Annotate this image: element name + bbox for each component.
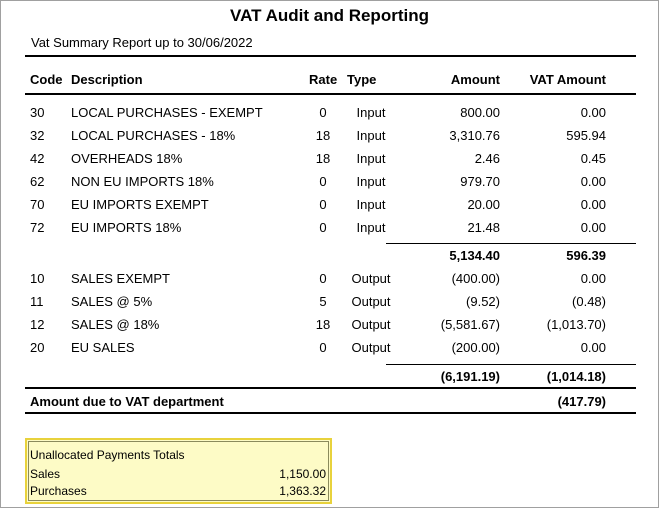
cell-code: 70 bbox=[30, 197, 45, 212]
cell-type: Input bbox=[356, 197, 386, 212]
col-header-amount: Amount bbox=[450, 72, 500, 87]
cell-code: 30 bbox=[30, 105, 45, 120]
input-subtotal-rule bbox=[386, 243, 636, 244]
cell-description: EU IMPORTS 18% bbox=[71, 220, 182, 235]
cell-description: EU IMPORTS EXEMPT bbox=[71, 197, 209, 212]
cell-code: 20 bbox=[30, 340, 45, 355]
output-total-vat: (1,014.18) bbox=[546, 369, 606, 384]
cell-amount: 20.00 bbox=[467, 197, 500, 212]
cell-vat: 595.94 bbox=[566, 128, 606, 143]
cell-amount: (9.52) bbox=[466, 294, 500, 309]
cell-code: 11 bbox=[30, 294, 44, 309]
cell-rate: 18 bbox=[315, 151, 331, 166]
cell-type: Output bbox=[351, 340, 391, 355]
cell-amount: 800.00 bbox=[460, 105, 500, 120]
cell-vat: 0.00 bbox=[580, 220, 606, 235]
cell-amount: 21.48 bbox=[467, 220, 500, 235]
cell-type: Input bbox=[356, 220, 386, 235]
cell-description: SALES @ 5% bbox=[71, 294, 153, 309]
cell-rate: 0 bbox=[319, 220, 327, 235]
report-title: VAT Audit and Reporting bbox=[230, 6, 429, 25]
col-header-rate: Rate bbox=[309, 72, 338, 87]
cell-description: SALES @ 18% bbox=[71, 317, 160, 332]
cell-type: Input bbox=[356, 128, 386, 143]
cell-type: Output bbox=[351, 294, 391, 309]
cell-amount: 2.46 bbox=[474, 151, 500, 166]
cell-type: Input bbox=[356, 151, 386, 166]
cell-rate: 0 bbox=[319, 174, 327, 189]
cell-vat: 0.00 bbox=[580, 105, 606, 120]
cell-description: SALES EXEMPT bbox=[71, 271, 170, 286]
cell-rate: 0 bbox=[319, 197, 327, 212]
unallocated-purchases-label: Purchases bbox=[30, 484, 87, 498]
cell-rate: 18 bbox=[315, 317, 331, 332]
cell-amount: 979.70 bbox=[460, 174, 500, 189]
cell-vat: 0.45 bbox=[580, 151, 606, 166]
cell-type: Output bbox=[351, 317, 391, 332]
input-total-amount: 5,134.40 bbox=[449, 248, 500, 263]
cell-vat: 0.00 bbox=[580, 271, 606, 286]
cell-code: 42 bbox=[30, 151, 45, 166]
cell-code: 72 bbox=[30, 220, 45, 235]
cell-type: Input bbox=[356, 105, 386, 120]
header-top-rule bbox=[25, 55, 636, 57]
unallocated-payments-box: Unallocated Payments Totals Sales 1,150.… bbox=[25, 438, 332, 504]
cell-code: 62 bbox=[30, 174, 45, 189]
cell-description: LOCAL PURCHASES - EXEMPT bbox=[71, 105, 263, 120]
cell-description: NON EU IMPORTS 18% bbox=[71, 174, 214, 189]
cell-description: OVERHEADS 18% bbox=[71, 151, 183, 166]
col-header-vat-amount: VAT Amount bbox=[529, 72, 606, 87]
amount-due-bottom-rule bbox=[25, 412, 636, 414]
cell-description: LOCAL PURCHASES - 18% bbox=[71, 128, 236, 143]
unallocated-sales-value: 1,150.00 bbox=[279, 467, 326, 481]
cell-vat: (0.48) bbox=[572, 294, 606, 309]
cell-type: Output bbox=[351, 271, 391, 286]
cell-code: 10 bbox=[30, 271, 45, 286]
col-header-description: Description bbox=[71, 72, 143, 87]
cell-vat: (1,013.70) bbox=[546, 317, 606, 332]
cell-rate: 5 bbox=[319, 294, 327, 309]
unallocated-sales-label: Sales bbox=[30, 467, 61, 481]
amount-due-top-rule bbox=[25, 387, 636, 389]
cell-amount: (400.00) bbox=[451, 271, 500, 286]
col-header-type: Type bbox=[347, 72, 377, 87]
output-total-amount: (6,191.19) bbox=[440, 369, 500, 384]
cell-rate: 0 bbox=[319, 271, 327, 286]
report-subtitle: Vat Summary Report up to 30/06/2022 bbox=[31, 35, 253, 50]
cell-description: EU SALES bbox=[71, 340, 135, 355]
cell-rate: 0 bbox=[319, 340, 327, 355]
cell-code: 32 bbox=[30, 128, 45, 143]
unallocated-title: Unallocated Payments Totals bbox=[30, 448, 185, 462]
output-subtotal-rule bbox=[386, 364, 636, 365]
cell-vat: 0.00 bbox=[580, 340, 606, 355]
cell-rate: 0 bbox=[319, 105, 327, 120]
cell-amount: 3,310.76 bbox=[449, 128, 500, 143]
cell-amount: (200.00) bbox=[451, 340, 500, 355]
cell-code: 12 bbox=[30, 317, 45, 332]
col-header-code: Code bbox=[30, 72, 63, 87]
unallocated-purchases-value: 1,363.32 bbox=[279, 484, 326, 498]
cell-rate: 18 bbox=[315, 128, 331, 143]
cell-vat: 0.00 bbox=[580, 174, 606, 189]
cell-amount: (5,581.67) bbox=[440, 317, 500, 332]
amount-due-value: (417.79) bbox=[557, 394, 606, 409]
cell-vat: 0.00 bbox=[580, 197, 606, 212]
input-total-vat: 596.39 bbox=[566, 248, 606, 263]
cell-type: Input bbox=[356, 174, 386, 189]
header-bottom-rule bbox=[25, 93, 636, 95]
amount-due-label: Amount due to VAT department bbox=[30, 394, 224, 409]
